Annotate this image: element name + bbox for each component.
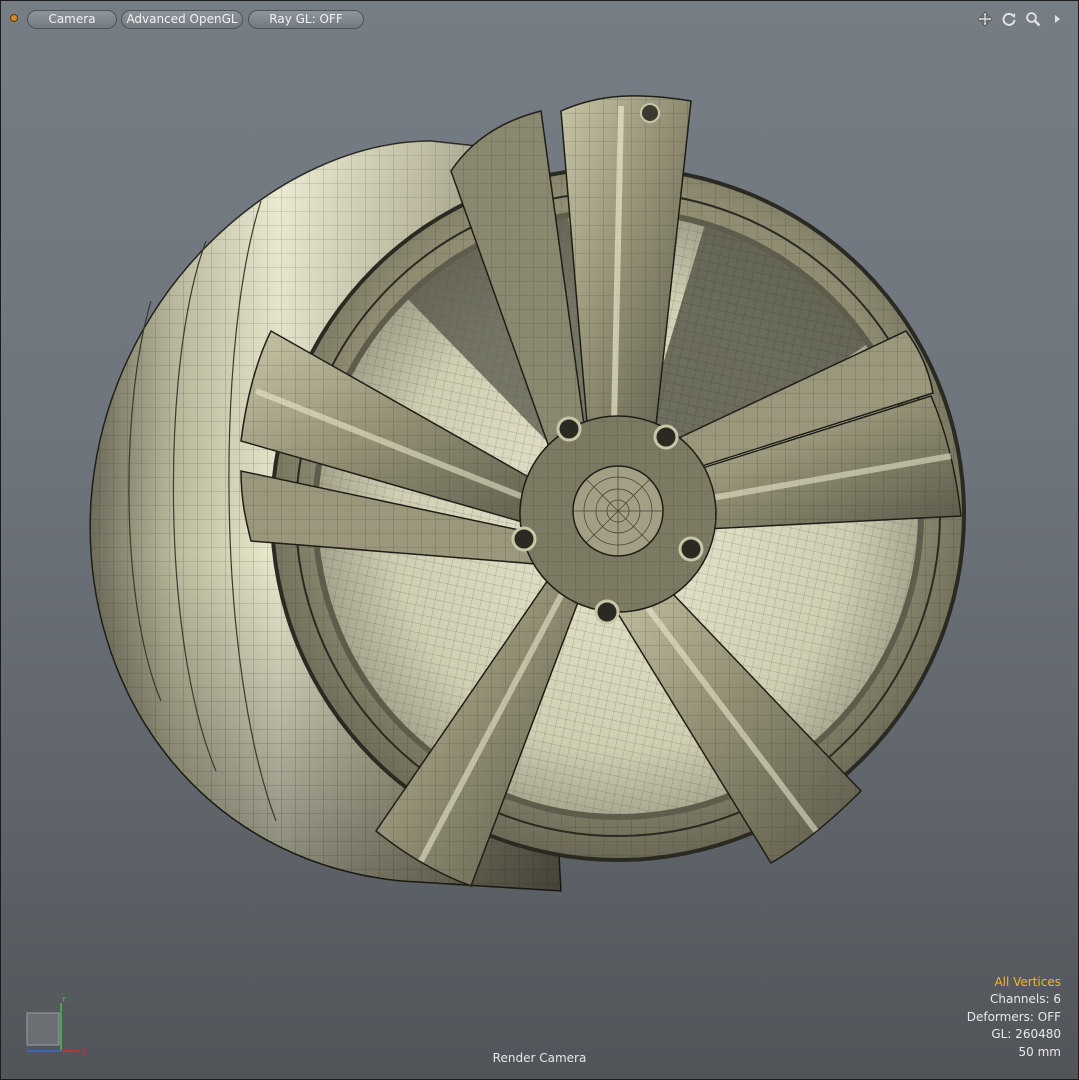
wheel-mesh xyxy=(89,95,966,892)
viewport-info-panel: All Vertices Channels: 6 Deformers: OFF … xyxy=(967,974,1061,1062)
axis-x-label: X xyxy=(81,1048,87,1058)
axis-y-label: Y xyxy=(60,997,67,1005)
camera-name-label: Render Camera xyxy=(492,1051,587,1065)
gl-count-label: GL: 260480 xyxy=(991,1027,1061,1041)
channels-label: Channels: 6 xyxy=(989,992,1061,1006)
3d-viewport[interactable]: Camera Advanced OpenGL Ray GL: OFF All V… xyxy=(0,0,1079,1080)
deformers-label: Deformers: OFF xyxy=(966,1009,1061,1024)
axis-gizmo: Y X xyxy=(26,997,87,1058)
selection-mode-label: All Vertices xyxy=(994,974,1061,989)
